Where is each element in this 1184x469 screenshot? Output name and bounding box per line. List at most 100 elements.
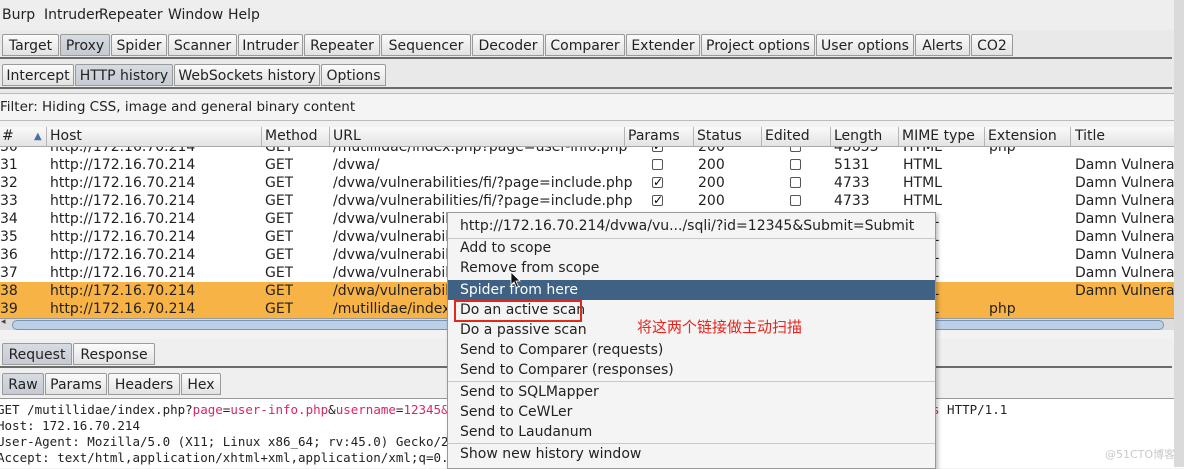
tab-co2[interactable]: CO2 bbox=[971, 34, 1013, 56]
cell-url: /mutillidae/index.php?page=user-info.php bbox=[333, 147, 628, 155]
tab-scanner[interactable]: Scanner bbox=[168, 34, 237, 56]
cell-method: GET bbox=[265, 301, 294, 317]
param-value: 12345& bbox=[403, 402, 449, 417]
table-row[interactable]: 31 http://172.16.70.214 GET/dvwa/200 5131 HT… bbox=[0, 156, 1174, 174]
col-title[interactable]: Title bbox=[1075, 128, 1105, 146]
cell-method: GET bbox=[265, 247, 294, 263]
col-length[interactable]: Length bbox=[834, 128, 882, 146]
table-row[interactable]: 33 http://172.16.70.214 GET/dvwa/vulnerabi… bbox=[0, 192, 1174, 210]
filter-bar[interactable]: Filter: Hiding CSS, image and general bi… bbox=[0, 93, 1174, 121]
main-tab-bar: Target Proxy Spider Scanner Intruder Rep… bbox=[0, 30, 1184, 60]
tab-request[interactable]: Request bbox=[2, 343, 72, 365]
menu-send-to-comparer-responses[interactable]: Send to Comparer (responses) bbox=[448, 360, 935, 380]
col-sep bbox=[1070, 127, 1071, 146]
context-menu: http://172.16.70.214/dvwa/vu.../sqli/?id… bbox=[447, 212, 936, 469]
cell-status: 200 bbox=[698, 175, 725, 191]
tab-decoder[interactable]: Decoder bbox=[472, 34, 544, 56]
cell-method: GET bbox=[265, 283, 294, 299]
table-row[interactable]: 30 http://172.16.70.214 GET/mutillidae/ind… bbox=[0, 147, 1174, 156]
tab-spider[interactable]: Spider bbox=[111, 34, 167, 56]
tab-target[interactable]: Target bbox=[2, 34, 59, 56]
table-row[interactable]: 32 http://172.16.70.214 GET/dvwa/vulnerabi… bbox=[0, 174, 1174, 192]
cell-method: GET bbox=[265, 175, 294, 191]
cell-extension: php bbox=[989, 147, 1016, 155]
cell-url: /dvwa/vulnerabilit bbox=[333, 247, 459, 263]
filter-text[interactable]: Filter: Hiding CSS, image and general bi… bbox=[0, 99, 355, 115]
cell-host: http://172.16.70.214 bbox=[50, 211, 196, 227]
tab-comparer[interactable]: Comparer bbox=[545, 34, 625, 56]
tab-response[interactable]: Response bbox=[73, 343, 155, 365]
edited-unchecked-icon bbox=[790, 147, 801, 152]
cell-length: 4733 bbox=[834, 175, 870, 191]
col-sep bbox=[898, 127, 899, 146]
col-host[interactable]: Host bbox=[50, 128, 82, 146]
col-sep bbox=[46, 127, 47, 146]
tab-user-options[interactable]: User options bbox=[816, 34, 914, 56]
param-name: page bbox=[192, 402, 223, 417]
sort-arrow-icon[interactable]: ▲ bbox=[34, 128, 42, 146]
tab-websockets-history[interactable]: WebSockets history bbox=[174, 64, 320, 86]
cell-number: 33 bbox=[0, 193, 18, 209]
menu-show-new-history-window[interactable]: Show new history window bbox=[448, 444, 935, 464]
col-url[interactable]: URL bbox=[333, 128, 361, 146]
cell-title: Damn Vulnerab bbox=[1075, 211, 1174, 227]
menu-send-to-comparer-requests[interactable]: Send to Comparer (requests) bbox=[448, 340, 935, 360]
col-number[interactable]: # bbox=[2, 128, 14, 146]
cell-host: http://172.16.70.214 bbox=[50, 175, 196, 191]
cell-host: http://172.16.70.214 bbox=[50, 147, 196, 155]
col-edited[interactable]: Edited bbox=[765, 128, 810, 146]
tab-raw[interactable]: Raw bbox=[2, 373, 44, 395]
col-sep bbox=[830, 127, 831, 146]
cell-title: Damn Vulnerab bbox=[1075, 265, 1174, 281]
tab-project-options[interactable]: Project options bbox=[701, 34, 815, 56]
host-header: Host: 172.16.70.214 bbox=[0, 418, 140, 433]
window-edge bbox=[1174, 0, 1184, 467]
params-checked-icon: ✓ bbox=[652, 193, 664, 207]
scroll-left-icon[interactable]: ◂ bbox=[1, 317, 6, 327]
tab-alerts[interactable]: Alerts bbox=[915, 34, 970, 56]
col-status[interactable]: Status bbox=[697, 128, 742, 146]
cell-number: 34 bbox=[0, 211, 18, 227]
menu-repeater[interactable]: Repeater bbox=[99, 7, 163, 23]
cell-number: 31 bbox=[0, 157, 18, 173]
menu-window[interactable]: Window bbox=[168, 7, 223, 23]
tab-hex[interactable]: Hex bbox=[181, 373, 221, 395]
tab-extender[interactable]: Extender bbox=[626, 34, 700, 56]
col-params[interactable]: Params bbox=[628, 128, 680, 146]
request-line: GET /mutillidae/index.php?page=user-info… bbox=[0, 402, 449, 417]
request-path: GET /mutillidae/index.php? bbox=[0, 402, 193, 417]
col-extension[interactable]: Extension bbox=[988, 128, 1057, 146]
menu-add-to-scope[interactable]: Add to scope bbox=[448, 238, 935, 258]
cell-host: http://172.16.70.214 bbox=[50, 229, 196, 245]
col-mime-type[interactable]: MIME type bbox=[902, 128, 975, 146]
col-sep bbox=[329, 127, 330, 146]
menu-help[interactable]: Help bbox=[228, 7, 260, 23]
menu-intruder[interactable]: Intruder bbox=[44, 7, 100, 23]
cell-url: /dvwa/vulnerabilit bbox=[333, 265, 459, 281]
menu-send-to-sqlmapper[interactable]: Send to SQLMapper bbox=[448, 382, 935, 402]
tab-repeater[interactable]: Repeater bbox=[304, 34, 380, 56]
col-method[interactable]: Method bbox=[265, 128, 318, 146]
tab-sequencer[interactable]: Sequencer bbox=[381, 34, 471, 56]
menu-burp[interactable]: Burp bbox=[2, 7, 35, 23]
cell-url: /dvwa/vulnerabilit bbox=[333, 211, 459, 227]
cell-url: /dvwa/vulnerabilit bbox=[333, 283, 459, 299]
cell-number: 38 bbox=[0, 283, 18, 299]
cell-url: /dvwa/ bbox=[333, 157, 380, 173]
subtab-divider bbox=[0, 87, 1172, 89]
tab-options[interactable]: Options bbox=[321, 64, 386, 86]
cell-length: 45653 bbox=[834, 147, 879, 155]
tab-headers[interactable]: Headers bbox=[108, 373, 180, 395]
cell-title: Damn Vulnerab bbox=[1075, 157, 1174, 173]
tab-params[interactable]: Params bbox=[45, 373, 107, 395]
tab-http-history[interactable]: HTTP history bbox=[75, 64, 173, 86]
tab-intruder[interactable]: Intruder bbox=[238, 34, 303, 56]
cell-method: GET bbox=[265, 157, 294, 173]
tab-proxy[interactable]: Proxy bbox=[60, 34, 110, 56]
menu-send-to-cewler[interactable]: Send to CeWLer bbox=[448, 402, 935, 422]
menu-send-to-laudanum[interactable]: Send to Laudanum bbox=[448, 422, 935, 442]
cell-title: Damn Vulnerab bbox=[1075, 283, 1174, 299]
cell-extension: php bbox=[989, 301, 1016, 317]
accept-header: Accept: text/html,application/xhtml+xml,… bbox=[0, 450, 449, 465]
tab-intercept[interactable]: Intercept bbox=[2, 64, 74, 86]
